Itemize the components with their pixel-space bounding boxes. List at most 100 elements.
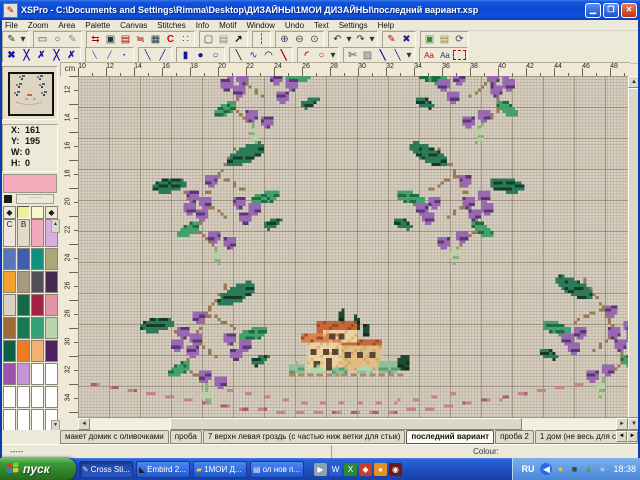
pattern-tab-3[interactable]: последний вариант	[406, 430, 494, 444]
draw-tool[interactable]: ✎	[384, 33, 399, 46]
backstitch-curve[interactable]: ∿	[246, 49, 261, 62]
menu-item-file[interactable]: File	[0, 21, 23, 30]
rotate-page-tool[interactable]: ⟳	[452, 33, 467, 46]
word-icon[interactable]: W	[329, 463, 342, 476]
palette-swatch[interactable]	[31, 409, 44, 431]
redo-tool[interactable]: ↷	[353, 33, 368, 46]
title-bar[interactable]: ✎ XSPro - C:\Documents and Settings\Rimm…	[0, 0, 640, 20]
taskbar-task[interactable]: ▤ол нов п...	[250, 461, 304, 478]
palette-swatch[interactable]	[3, 271, 16, 293]
language-indicator[interactable]: RU	[521, 464, 534, 474]
restore-button[interactable]: ❐	[603, 3, 619, 18]
menu-item-window[interactable]: Window	[241, 21, 279, 30]
petite-stitch-left[interactable]: ╲	[87, 49, 102, 62]
palette-swatch[interactable]	[31, 340, 44, 362]
pencil-dropdown[interactable]: ▾	[19, 33, 27, 46]
full-cross-stitch[interactable]: ✖	[4, 49, 19, 62]
bead-stitch[interactable]: ○	[208, 49, 223, 62]
horizontal-scrollbar[interactable]: ◄ ►	[78, 418, 628, 430]
palette-swatch[interactable]	[31, 294, 44, 316]
palette-swatch[interactable]	[3, 294, 16, 316]
delete-tool[interactable]: ✖	[399, 33, 414, 46]
tray-gold-icon[interactable]: ●	[554, 463, 566, 475]
palette-options-button[interactable]: ·······	[16, 194, 54, 204]
scroll-right-button[interactable]: ►	[616, 418, 628, 430]
palette-swatch[interactable]	[45, 294, 58, 316]
redo-dropdown[interactable]: ▾	[368, 33, 376, 46]
blend-color-2[interactable]	[31, 206, 44, 219]
arc-stitch[interactable]: ◜	[299, 49, 314, 62]
backstitch-red[interactable]: ╲	[276, 49, 291, 62]
palette-swatch[interactable]	[3, 317, 16, 339]
blend-diamond-left[interactable]: ◆	[3, 206, 16, 219]
line-stitch-dropdown[interactable]: ▾	[405, 49, 413, 62]
disc-icon[interactable]: ◉	[389, 463, 402, 476]
import-tool[interactable]: ▣	[422, 33, 437, 46]
pattern-tab-4[interactable]: проба 2	[495, 430, 534, 444]
paste-tool[interactable]: ▤	[118, 33, 133, 46]
palette-swatch[interactable]	[17, 317, 30, 339]
black-color-swatch[interactable]	[4, 195, 12, 203]
petite-stitch-right[interactable]: ╱	[102, 49, 117, 62]
mirror-tool[interactable]: ≒	[133, 33, 148, 46]
petite-dot-stitch[interactable]: ·	[117, 49, 132, 62]
palette-swatch[interactable]	[31, 317, 44, 339]
blend-color-selected[interactable]	[17, 206, 30, 219]
red-app-icon[interactable]: ◆	[359, 463, 372, 476]
menu-item-stitches[interactable]: Stitches	[152, 21, 190, 30]
minimize-button[interactable]: ▁	[585, 3, 601, 18]
backstitch-black[interactable]: ╲	[231, 49, 246, 62]
circle-stitch[interactable]: ○	[314, 49, 329, 62]
start-button[interactable]: пуск	[0, 458, 76, 480]
current-color-swatch[interactable]	[3, 174, 57, 193]
undo-tool[interactable]: ↶	[330, 33, 345, 46]
palette-swatch[interactable]	[17, 294, 30, 316]
palette-swatch[interactable]	[3, 248, 16, 270]
palette-swatch[interactable]	[17, 271, 30, 293]
palette-swatch[interactable]	[3, 340, 16, 362]
zoom-area-tool[interactable]: ⊙	[307, 33, 322, 46]
text-blue-tool[interactable]: Aa	[437, 49, 453, 62]
tray-dark-icon[interactable]: ■	[568, 463, 580, 475]
palette-header-swatch-2[interactable]	[31, 219, 44, 247]
palette-swatch[interactable]	[17, 363, 30, 385]
export-doc-tool[interactable]: ▤	[437, 33, 452, 46]
stitch-canvas[interactable]	[78, 76, 628, 418]
menu-item-settings[interactable]: Settings	[334, 21, 373, 30]
menu-item-zoom[interactable]: Zoom	[23, 21, 53, 30]
zoom-in-tool[interactable]: ⊕	[277, 33, 292, 46]
knife-tool[interactable]: ✄	[345, 49, 360, 62]
pencil-tool[interactable]: ✎	[4, 33, 19, 46]
palette-header-swatch-0[interactable]: C	[3, 219, 16, 247]
taskbar-task[interactable]: ◣Embird 2...	[136, 461, 190, 478]
palette-swatch[interactable]	[45, 386, 58, 408]
palette-header-swatch-1[interactable]: B	[17, 219, 30, 247]
pattern-tab-1[interactable]: проба	[170, 430, 202, 444]
menu-item-palette[interactable]: Palette	[80, 21, 115, 30]
half-stitch-back[interactable]: ╲	[140, 49, 155, 62]
zoom-out-tool[interactable]: ⊖	[292, 33, 307, 46]
column-guide-tool[interactable]: ┆	[254, 33, 269, 46]
backstitch-arc[interactable]: ◠	[261, 49, 276, 62]
text-red-tool[interactable]: Aa	[421, 49, 437, 62]
hoop-tool[interactable]: ▨	[360, 49, 375, 62]
print-tool[interactable]: ▤	[216, 33, 231, 46]
palette-swatch[interactable]	[17, 386, 30, 408]
cascade-tool[interactable]: ∷	[178, 33, 193, 46]
circle-stitch-dropdown[interactable]: ▾	[329, 49, 337, 62]
close-button[interactable]: ✕	[621, 3, 637, 18]
pointer-tool[interactable]: ↗	[231, 33, 246, 46]
menu-item-area[interactable]: Area	[53, 21, 80, 30]
tray-grey-icon[interactable]: ●	[596, 463, 608, 475]
menu-item-text[interactable]: Text	[309, 21, 334, 30]
selection-marquee-tool[interactable]	[453, 50, 466, 60]
menu-item-canvas[interactable]: Canvas	[115, 21, 152, 30]
rotate-tool[interactable]: C	[163, 33, 178, 46]
tabs-scroll-left[interactable]: ◄	[616, 431, 627, 442]
rect-select-tool[interactable]: ▭	[35, 33, 50, 46]
half-cross-right-stitch[interactable]: ✗	[34, 49, 49, 62]
taskbar-task[interactable]: ✎Cross Sti...	[79, 461, 133, 478]
scroll-left-button[interactable]: ◄	[78, 418, 90, 430]
orange-app-icon[interactable]: ●	[374, 463, 387, 476]
three-quarter-stitch[interactable]: ╳	[49, 49, 64, 62]
